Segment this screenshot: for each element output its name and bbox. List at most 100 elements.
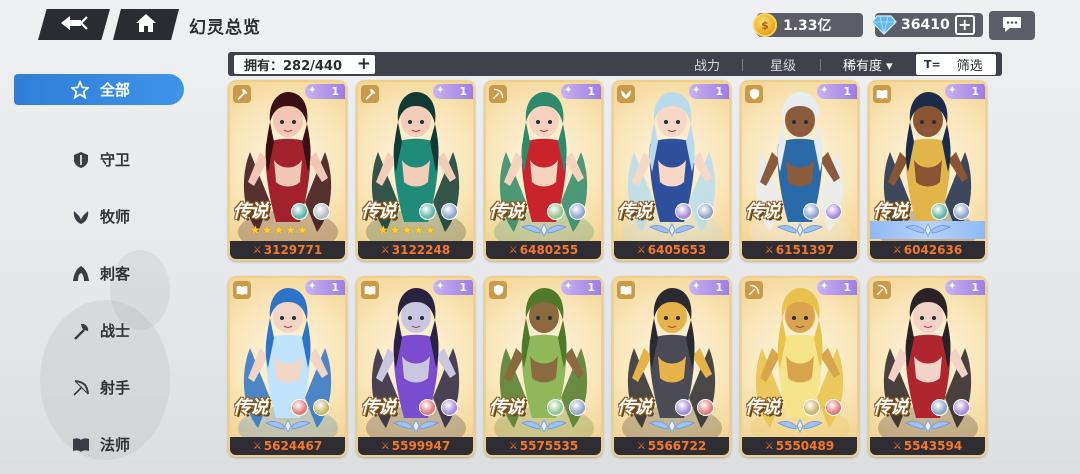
element-badge-icon <box>569 203 586 220</box>
axe-icon <box>233 85 251 103</box>
hero-card-demon-horned-girl[interactable]: ✦ 1 传说 ★★★★★ ⚔ 3129771 <box>228 80 347 261</box>
divider <box>742 59 743 71</box>
sparkle-icon: ✦ <box>308 85 317 96</box>
sidebar-item-priest[interactable]: 牧师 <box>14 188 184 245</box>
crossed-swords-icon: ⚔ <box>252 440 262 452</box>
home-button[interactable] <box>113 9 179 40</box>
combat-power: ⚔ 3122248 <box>358 241 473 259</box>
sparkle-icon: ✦ <box>692 85 701 96</box>
hero-card-ocean-mage-girl[interactable]: ✦ 1 传说 ⚔ 5624467 <box>228 276 347 457</box>
combat-power: ⚔ 6042636 <box>870 241 985 259</box>
level-value: 1 <box>331 281 339 294</box>
combat-power-value: 5599947 <box>391 439 451 453</box>
bow-icon <box>72 379 90 397</box>
combat-power: ⚔ 6405653 <box>614 241 729 259</box>
element-badge-icon <box>931 399 948 416</box>
element-badge-icon <box>675 399 692 416</box>
element-badge-icon <box>953 399 970 416</box>
star-outline-icon <box>71 79 89 99</box>
combat-power: ⚔ 5599947 <box>358 437 473 455</box>
element-badge-icon <box>313 399 330 416</box>
hero-card-jade-dragon-girl[interactable]: ✦ 1 传说 ★★★★★ ⚔ 3122248 <box>356 80 475 261</box>
hero-card-wolf-hood-warrior[interactable]: ✦ 1 传说 ⚔ 6151397 <box>740 80 859 261</box>
sidebar-item-mage[interactable]: 法师 <box>14 416 184 473</box>
sidebar-item-guard[interactable]: 守卫 <box>14 131 184 188</box>
hood-icon <box>72 265 90 283</box>
rank-wing-emblem-icon <box>649 418 695 434</box>
sidebar-item-all[interactable]: 全部 <box>14 74 184 105</box>
rank-wing-emblem-icon <box>649 222 695 238</box>
gem-counter: 36410 + <box>871 13 983 37</box>
sidebar-item-label: 射手 <box>100 379 131 397</box>
element-badge-icon <box>441 203 458 220</box>
hero-card-reindeer-girl[interactable]: ✦ 1 传说 ⚔ 6480255 <box>484 80 603 261</box>
element-badge-icon <box>419 203 436 220</box>
diamond-icon <box>871 15 897 35</box>
chat-button[interactable] <box>989 11 1035 40</box>
filter-button[interactable]: T= 筛选 <box>916 54 996 75</box>
rank-wing-emblem-icon <box>521 222 567 238</box>
element-badge-icon <box>803 399 820 416</box>
crossed-swords-icon: ⚔ <box>764 440 774 452</box>
sidebar-item-label: 守卫 <box>100 151 131 169</box>
shield-icon <box>745 85 763 103</box>
rarity-label: 传说 <box>233 397 268 418</box>
crossed-swords-icon: ⚔ <box>892 440 902 452</box>
top-bar: 幻灵总览 $ 1.33亿 36410 + <box>0 0 1080 50</box>
book-icon <box>233 281 251 299</box>
rank-wing-emblem-icon <box>521 418 567 434</box>
level-value: 1 <box>459 85 467 98</box>
level-tag: ✦ 1 <box>945 280 985 295</box>
level-value: 1 <box>587 281 595 294</box>
hero-card-golden-elf-archer[interactable]: ✦ 1 传说 ⚔ 5550489 <box>740 276 859 457</box>
book-icon <box>873 85 891 103</box>
level-tag: ✦ 1 <box>817 280 857 295</box>
sort-power-tab[interactable]: 战力 <box>694 55 720 74</box>
element-badge-icon <box>419 399 436 416</box>
combat-power-value: 6480255 <box>519 243 579 257</box>
level-value: 1 <box>587 85 595 98</box>
sidebar-item-label: 刺客 <box>100 265 131 283</box>
owned-count-label: 拥有：282/440 <box>244 59 343 74</box>
crossed-swords-icon: ⚔ <box>380 440 390 452</box>
gem-amount: 36410 <box>901 17 950 33</box>
book-icon <box>361 281 379 299</box>
hero-card-pharaoh-priestess[interactable]: ✦ 1 传说 ⚔ 6042636 <box>868 80 987 261</box>
sort-stars-tab[interactable]: 星级 <box>770 55 796 74</box>
rank-wing-emblem-icon <box>905 222 951 238</box>
hero-card-black-beast[interactable]: ✦ 1 传说 ⚔ 5566722 <box>612 276 731 457</box>
crossed-swords-icon: ⚔ <box>636 440 646 452</box>
hero-card-treant-golem[interactable]: ✦ 1 传说 ⚔ 5575535 <box>484 276 603 457</box>
bow-icon <box>489 85 507 103</box>
add-gems-button[interactable]: + <box>954 15 975 35</box>
bow-icon <box>873 281 891 299</box>
sparkle-icon: ✦ <box>948 85 957 96</box>
rarity-label: 传说 <box>233 201 268 222</box>
element-badge-icon <box>313 203 330 220</box>
rarity-label: 传说 <box>489 201 524 222</box>
hero-card-dark-elf-sorceress[interactable]: ✦ 1 传说 ⚔ 5599947 <box>356 276 475 457</box>
star-rating: ★★★★★ <box>378 223 437 237</box>
hero-card-bunny-beach-girl[interactable]: ✦ 1 传说 ⚔ 6405653 <box>612 80 731 261</box>
crossed-swords-icon: ⚔ <box>636 244 646 256</box>
rank-wing-emblem-icon <box>393 418 439 434</box>
sidebar-item-warrior[interactable]: 战士 <box>14 302 184 359</box>
element-badge-icon <box>825 399 842 416</box>
expand-capacity-plus-icon[interactable]: + <box>357 55 371 73</box>
combat-power: ⚔ 5543594 <box>870 437 985 455</box>
sort-rarity-tab[interactable]: 稀有度 ▾ <box>843 55 893 74</box>
hero-card-crimson-gunslinger[interactable]: ✦ 1 传说 ⚔ 5543594 <box>868 276 987 457</box>
sidebar-item-archer[interactable]: 射手 <box>14 359 184 416</box>
sidebar-item-assassin[interactable]: 刺客 <box>14 245 184 302</box>
book-icon <box>617 281 635 299</box>
sidebar-item-label: 全部 <box>100 81 131 99</box>
back-button[interactable] <box>38 9 110 40</box>
level-value: 1 <box>715 85 723 98</box>
combat-power: ⚔ 3129771 <box>230 241 345 259</box>
level-value: 1 <box>971 281 979 294</box>
gold-coin-icon: $ <box>753 13 777 37</box>
level-tag: ✦ 1 <box>689 84 729 99</box>
star-rating: ★★★★★ <box>250 223 309 237</box>
rarity-label: 传说 <box>361 201 396 222</box>
crossed-swords-icon: ⚔ <box>764 244 774 256</box>
